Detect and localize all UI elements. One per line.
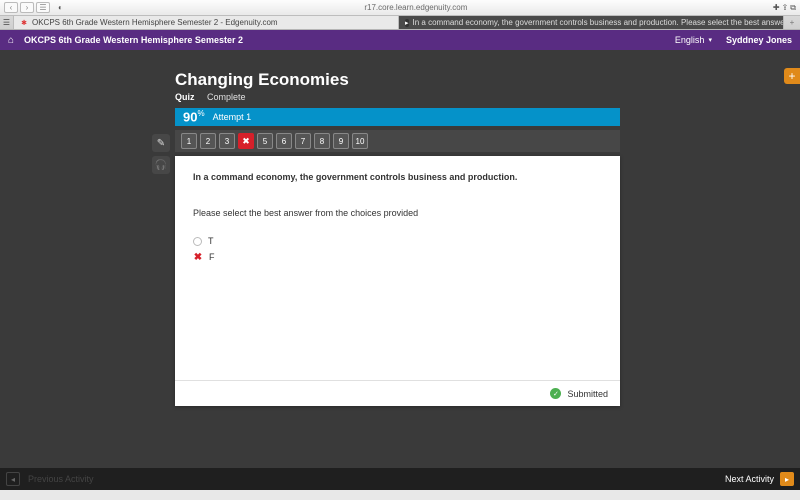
course-title: OKCPS 6th Grade Western Hemisphere Semes…	[24, 35, 675, 45]
add-button[interactable]: ✚	[773, 3, 780, 13]
radio-icon	[193, 237, 202, 246]
new-tab-button[interactable]: +	[784, 16, 800, 29]
question-nav-7[interactable]: 7	[295, 133, 311, 149]
browser-tab-bar: ☰ ✱ OKCPS 6th Grade Western Hemisphere S…	[0, 16, 800, 30]
answer-row-1[interactable]: ✖F	[193, 252, 602, 262]
prev-activity-label: Previous Activity	[28, 474, 94, 484]
sidebar-button[interactable]: ☰	[36, 2, 50, 13]
question-instruction: Please select the best answer from the c…	[193, 208, 602, 218]
answer-label: F	[209, 252, 215, 262]
answer-list: T✖F	[193, 236, 602, 262]
content-column: Changing Economies Quiz Complete 90% Att…	[175, 70, 620, 406]
question-nav-6[interactable]: 6	[276, 133, 292, 149]
workspace: + ✎ 🎧 Changing Economies Quiz Complete 9…	[0, 50, 800, 490]
lesson-title: Changing Economies	[175, 70, 620, 90]
tab-1-label: OKCPS 6th Grade Western Hemisphere Semes…	[32, 18, 278, 27]
question-nav-2[interactable]: 2	[200, 133, 216, 149]
app-header: ⌂ OKCPS 6th Grade Western Hemisphere Sem…	[0, 30, 800, 50]
question-panel: In a command economy, the government con…	[175, 156, 620, 406]
back-button[interactable]: ‹	[4, 2, 18, 13]
browser-nav-group: ‹ › ☰	[0, 2, 54, 13]
browser-tab-2[interactable]: ▸ In a command economy, the government c…	[399, 16, 784, 29]
lesson-subtitle: Quiz Complete	[175, 92, 620, 102]
next-activity[interactable]: Next Activity ▸	[725, 472, 794, 486]
panel-footer: ✓ Submitted	[175, 380, 620, 406]
prev-activity-button[interactable]: ◂	[6, 472, 20, 486]
question-nav-5[interactable]: 5	[257, 133, 273, 149]
next-activity-button[interactable]: ▸	[780, 472, 794, 486]
tool-column: ✎ 🎧	[152, 134, 170, 174]
question-nav-1[interactable]: 1	[181, 133, 197, 149]
question-nav: 123 5678910	[175, 130, 620, 152]
chevron-down-icon: ▾	[708, 36, 712, 44]
wrong-icon: ✖	[193, 252, 203, 262]
check-icon: ✓	[550, 388, 561, 399]
tab-2-label: In a command economy, the government con…	[413, 18, 784, 27]
question-nav-8[interactable]: 8	[314, 133, 330, 149]
score-bar[interactable]: 90% Attempt 1	[175, 108, 620, 126]
score-percent: 90%	[183, 109, 205, 124]
url-display[interactable]: r17.core.learn.edgenuity.com	[364, 3, 467, 12]
browser-toolbar: ‹ › ☰ ◐ r17.core.learn.edgenuity.com ✚ ⇪…	[0, 0, 800, 16]
user-name[interactable]: Syddney Jones	[726, 35, 792, 45]
bottom-bar: ◂ Previous Activity Next Activity ▸	[0, 468, 800, 490]
attempt-label: Attempt 1	[213, 112, 252, 122]
share-button[interactable]: ⇪	[782, 3, 789, 13]
tabs-button[interactable]: ⧉	[790, 3, 796, 13]
language-selector[interactable]: English ▾	[675, 35, 712, 45]
question-text: In a command economy, the government con…	[193, 172, 602, 182]
question-nav-4[interactable]	[238, 133, 254, 149]
audio-icon[interactable]: 🎧	[152, 156, 170, 174]
question-nav-10[interactable]: 10	[352, 133, 368, 149]
lesson-type: Quiz	[175, 92, 195, 102]
answer-row-0[interactable]: T	[193, 236, 602, 246]
edgenuity-favicon: ✱	[20, 19, 28, 27]
browser-tab-1[interactable]: ✱ OKCPS 6th Grade Western Hemisphere Sem…	[14, 16, 399, 29]
submitted-label: Submitted	[567, 389, 608, 399]
question-nav-9[interactable]: 9	[333, 133, 349, 149]
home-icon[interactable]: ⌂	[8, 35, 14, 46]
lesson-status: Complete	[207, 92, 246, 102]
expand-button[interactable]: +	[784, 68, 800, 84]
highlighter-icon[interactable]: ✎	[152, 134, 170, 152]
next-activity-label: Next Activity	[725, 474, 774, 484]
brainly-favicon: ▸	[405, 19, 409, 27]
answer-label: T	[208, 236, 214, 246]
forward-button[interactable]: ›	[20, 2, 34, 13]
question-nav-3[interactable]: 3	[219, 133, 235, 149]
tab-list-button[interactable]: ☰	[0, 16, 14, 29]
